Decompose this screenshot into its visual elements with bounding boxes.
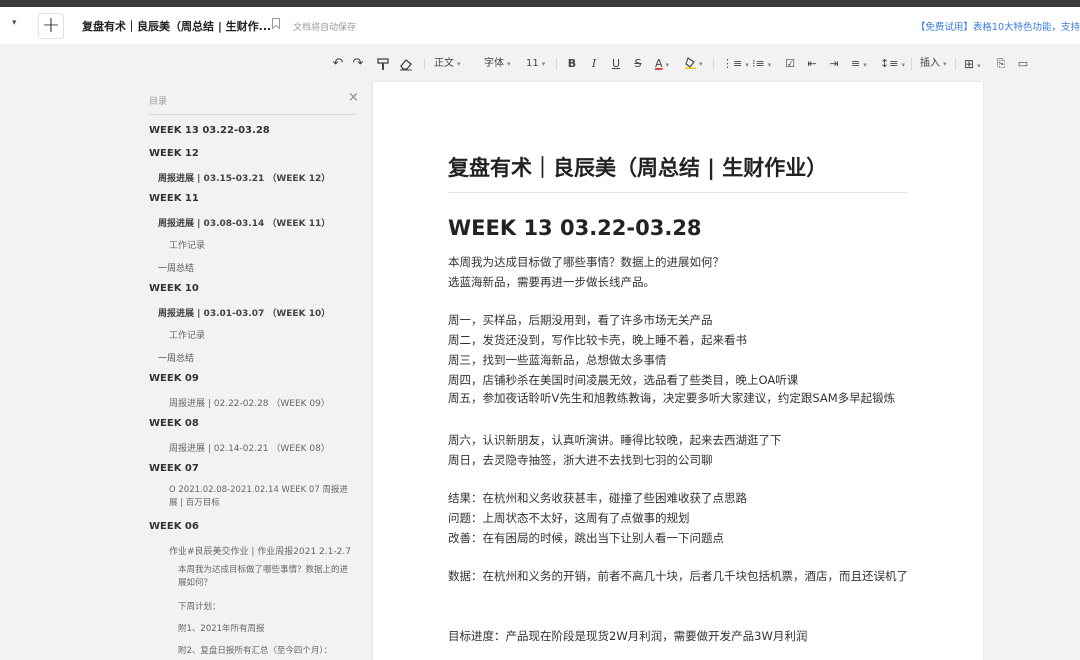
toc-item[interactable]: 一周总结 bbox=[158, 261, 194, 274]
document-heading[interactable]: 复盘有术｜良辰美（周总结 | 生财作业） bbox=[448, 152, 827, 182]
paragraph[interactable]: 目标进度：产品现在阶段是现货2W月利润，需要做开发产品3W月利润 bbox=[448, 628, 807, 644]
promo-link[interactable]: 【免费试用】表格10大特色功能，支持 bbox=[916, 19, 1080, 33]
highlighter-icon bbox=[685, 57, 696, 69]
bookmark-icon[interactable] bbox=[272, 18, 280, 29]
paragraph[interactable]: 周五，参加夜话聆听V先生和旭教练教诲，决定要多听大家建议，约定跟SAM多早起锻炼 bbox=[448, 388, 910, 408]
line-spacing-icon[interactable]: ↕≡ ▾ bbox=[880, 52, 905, 76]
toc-item[interactable]: WEEK 06 bbox=[149, 521, 199, 532]
toc-item[interactable]: 周报进展 | 03.15-03.21 （WEEK 12） bbox=[158, 171, 330, 184]
toc-item[interactable]: 工作记录 bbox=[169, 328, 205, 341]
close-icon[interactable]: × bbox=[348, 90, 359, 105]
comment-icon[interactable]: ▭ bbox=[1017, 52, 1029, 76]
toc-item[interactable]: 工作记录 bbox=[169, 238, 205, 251]
undo-icon[interactable]: ↶ bbox=[330, 52, 346, 76]
toc-header: 目录 bbox=[149, 97, 168, 107]
document-page[interactable]: 复盘有术｜良辰美（周总结 | 生财作业） WEEK 13 03.22-03.28… bbox=[373, 82, 983, 660]
divider bbox=[149, 114, 357, 115]
outdent-icon[interactable]: ⇤ bbox=[806, 52, 818, 76]
toc-item[interactable]: WEEK 10 bbox=[149, 283, 199, 294]
align-icon[interactable]: ≡ ▾ bbox=[851, 52, 867, 76]
autosave-status: 文档将自动保存 bbox=[293, 23, 357, 33]
window-top-strip bbox=[0, 0, 1080, 7]
toc-item[interactable]: 下周计划： bbox=[178, 601, 358, 614]
format-painter-icon[interactable] bbox=[377, 58, 390, 71]
toc-item[interactable]: WEEK 09 bbox=[149, 373, 199, 384]
toc-item[interactable]: 周报进展 | 02.14-02.21 （WEEK 08） bbox=[169, 441, 330, 454]
toc-item[interactable]: 作业#良辰美交作业 | 作业周报2021 2.1-2.7 bbox=[169, 544, 351, 557]
font-color-button[interactable]: A ▾ bbox=[655, 52, 669, 76]
toc-item[interactable]: 本周我为达成目标做了哪些事情？数据上的进展如何？ bbox=[178, 564, 356, 590]
table-icon[interactable]: ⊞ ▾ bbox=[964, 52, 981, 76]
toolbar-separator bbox=[911, 58, 912, 70]
paragraph[interactable]: 改善：在有困局的时候，跳出当下让别人看一下问题点 bbox=[448, 530, 724, 546]
insert-dropdown[interactable]: 插入 ▾ bbox=[920, 52, 947, 76]
font-family-dropdown[interactable]: 字体 ▾ bbox=[484, 52, 511, 76]
paragraph[interactable]: 周二，发货还没到，写作比较卡壳，晚上睡不着，起来看书 bbox=[448, 332, 747, 348]
document-title[interactable]: 复盘有术｜良辰美（周总结 | 生财作... bbox=[82, 18, 271, 34]
toolbar-separator bbox=[955, 58, 956, 70]
bold-button[interactable]: B bbox=[566, 52, 578, 76]
toolbar-separator bbox=[556, 58, 557, 70]
toc-item[interactable]: 一周总结 bbox=[158, 351, 194, 364]
font-size-dropdown[interactable]: 11 ▾ bbox=[526, 52, 545, 76]
paragraph[interactable]: 结果：在杭州和义务收获甚丰，碰撞了些困难收获了点思路 bbox=[448, 490, 747, 506]
paragraph[interactable]: 数据：在杭州和义务的开销，前者不高几十块，后者几千块包括机票，酒店，而且还误机了 bbox=[448, 566, 910, 586]
paragraph[interactable]: 周三，找到一些蓝海新品，总想做太多事情 bbox=[448, 352, 667, 368]
toc-item[interactable]: 周报进展 | 03.01-03.07 （WEEK 10） bbox=[158, 306, 330, 319]
underline-button[interactable]: U bbox=[610, 52, 622, 76]
toc-item[interactable]: WEEK 13 03.22-03.28 bbox=[149, 125, 270, 136]
eraser-icon[interactable] bbox=[399, 58, 413, 71]
paragraph[interactable]: 问题：上周状态不太好，这周有了点做事的规划 bbox=[448, 510, 690, 526]
new-tab-button[interactable]: + bbox=[38, 13, 64, 39]
format-toolbar: ↶ ↷ 正文 ▾ 字体 ▾ 11 ▾ B I U S A ▾ ▾ ⋮≡ ▾ ⁝≡ ▾ ☑ ⇤… bbox=[0, 52, 1080, 76]
paragraph-style-dropdown[interactable]: 正文 ▾ bbox=[434, 52, 461, 76]
strikethrough-button[interactable]: S bbox=[632, 52, 644, 76]
toc-item[interactable]: 附1、2021年所有周报 bbox=[178, 623, 358, 636]
highlight-button[interactable]: ▾ bbox=[685, 52, 703, 76]
redo-icon[interactable]: ↷ bbox=[350, 52, 366, 76]
toc-item[interactable]: WEEK 11 bbox=[149, 193, 199, 204]
title-bar: ▾ + 复盘有术｜良辰美（周总结 | 生财作... 文档将自动保存 【免费试用】… bbox=[0, 7, 1080, 44]
toc-item[interactable]: 周报进展 | 02.22-02.28 （WEEK 09） bbox=[169, 396, 330, 409]
week-heading[interactable]: WEEK 13 03.22-03.28 bbox=[448, 216, 702, 240]
paragraph[interactable]: 选蓝海新品，需要再进一步做长线产品。 bbox=[448, 274, 655, 290]
paragraph[interactable]: 周六，认识新朋友，认真听演讲。睡得比较晚，起来去西湖逛了下 bbox=[448, 432, 782, 448]
title-divider bbox=[448, 192, 908, 193]
toolbar-separator bbox=[713, 58, 714, 70]
bullet-list-icon[interactable]: ⁝≡ ▾ bbox=[752, 52, 771, 76]
italic-button[interactable]: I bbox=[588, 52, 600, 76]
checklist-icon[interactable]: ☑ bbox=[784, 52, 796, 76]
paragraph[interactable]: 本周我为达成目标做了哪些事情？数据上的进展如何？ bbox=[448, 254, 724, 270]
ordered-list-icon[interactable]: ⋮≡ ▾ bbox=[722, 52, 749, 76]
paragraph[interactable]: 周日，去灵隐寺抽签，浙大进不去找到七羽的公司聊 bbox=[448, 452, 713, 468]
find-replace-icon[interactable]: ⎘ bbox=[995, 52, 1007, 76]
toc-item[interactable]: 附2、复盘日报所有汇总（至今四个月）： bbox=[178, 645, 378, 658]
toc-item[interactable]: 周报进展 | 03.08-03.14 （WEEK 11） bbox=[158, 216, 330, 229]
toc-item[interactable]: WEEK 08 bbox=[149, 418, 199, 429]
toc-item[interactable]: O 2021.02.08-2021.02.14 WEEK 07 周报进展 | 百… bbox=[169, 484, 354, 510]
table-of-contents-panel: 目录 × WEEK 13 03.22-03.28 WEEK 12 周报进展 | … bbox=[140, 88, 362, 660]
toc-item[interactable]: WEEK 07 bbox=[149, 463, 199, 474]
indent-icon[interactable]: ⇥ bbox=[828, 52, 840, 76]
paragraph[interactable]: 周一，买样品，后期没用到，看了许多市场无关产品 bbox=[448, 312, 713, 328]
paragraph[interactable]: 周四，店铺秒杀在美国时间凌晨无效，选品看了些类目，晚上OA听课 bbox=[448, 372, 798, 388]
tab-dropdown-icon[interactable]: ▾ bbox=[12, 18, 17, 28]
toolbar-separator bbox=[424, 58, 425, 70]
toc-item[interactable]: WEEK 12 bbox=[149, 148, 199, 159]
